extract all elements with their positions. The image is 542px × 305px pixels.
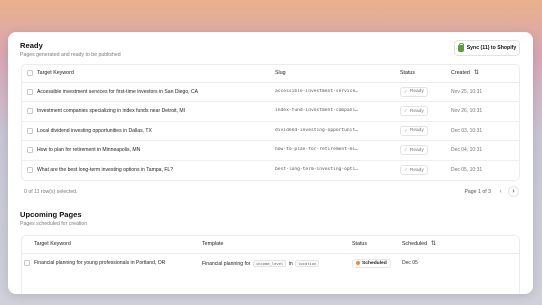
ready-table: Target Keyword Slug Status Created ⇅ Acce…: [21, 64, 520, 180]
status-label: Ready: [409, 89, 424, 95]
chevron-right-icon: ›: [512, 188, 515, 195]
page-indicator: Page 1 of 3: [464, 189, 491, 195]
row-scheduled: Dec 05: [402, 260, 418, 266]
sort-icon[interactable]: ⇅: [431, 241, 436, 247]
status-label: Ready: [409, 147, 424, 153]
row-keyword: Financial planning for young professiona…: [34, 260, 166, 266]
sync-button-label: Sync (11) to Shopify: [466, 45, 517, 51]
select-all-checkbox[interactable]: [27, 69, 33, 76]
row-created: Dec 04, 10:31: [451, 140, 520, 161]
ready-section-title: Ready: [20, 41, 43, 50]
row-checkbox[interactable]: [27, 108, 33, 115]
col-scheduled[interactable]: Scheduled ⇅: [402, 235, 520, 254]
sync-to-shopify-button[interactable]: Sync (11) to Shopify: [454, 40, 520, 56]
status-badge: ✓ Ready: [400, 145, 428, 156]
template-text: in: [288, 260, 293, 267]
status-badge: ✓ Ready: [400, 86, 428, 97]
status-dot-icon: [356, 261, 360, 265]
check-icon: ✓: [404, 147, 408, 153]
col-scheduled-label: Scheduled: [402, 241, 428, 248]
scheduled-badge: Scheduled: [352, 258, 391, 268]
status-label: Scheduled: [362, 260, 387, 266]
ready-table-header: Target Keyword Slug Status Created ⇅: [21, 64, 520, 83]
row-created: Dec 03, 10:31: [451, 121, 520, 141]
table-row[interactable]: Financial planning for young professiona…: [21, 253, 520, 273]
table-row[interactable]: How to plan for retirement in Minneapoli…: [21, 140, 520, 161]
row-keyword: Investment companies specializing in ind…: [37, 101, 275, 122]
col-status: Status: [400, 64, 451, 83]
prev-page-button[interactable]: ‹: [495, 186, 506, 197]
check-icon: ✓: [404, 127, 408, 133]
check-icon: ✓: [404, 108, 408, 114]
col-template: Template: [202, 235, 352, 254]
sort-icon[interactable]: ⇅: [474, 70, 479, 76]
col-status: Status: [352, 235, 402, 254]
row-checkbox[interactable]: [27, 88, 33, 95]
ready-section-subtitle: Pages generated and ready to be publishe…: [20, 52, 121, 58]
row-slug: index-fund-investment-companies-de: [275, 108, 359, 114]
row-checkbox[interactable]: [27, 147, 33, 154]
chevron-left-icon: ‹: [499, 188, 502, 195]
row-created: Dec 05, 10:31: [451, 167, 483, 173]
template-variable-chip: income_level: [252, 259, 287, 267]
row-checkbox[interactable]: [27, 127, 33, 134]
row-checkbox[interactable]: [24, 259, 30, 266]
template-variable-chip: location: [295, 259, 320, 267]
table-row[interactable]: Local dividend investing opportunities i…: [21, 121, 520, 141]
status-label: Ready: [409, 108, 424, 114]
col-slug: Slug: [275, 64, 400, 83]
row-checkbox[interactable]: [27, 166, 33, 173]
shopify-bag-icon: [457, 42, 465, 52]
status-badge: ✓ Ready: [400, 165, 428, 175]
table-row[interactable]: Accessible investment services for first…: [21, 82, 520, 102]
status-label: Ready: [409, 128, 424, 134]
row-created: Nov 26, 10:31: [451, 101, 520, 122]
upcoming-table: Target Keyword Template Status Scheduled…: [21, 235, 520, 273]
row-slug: best-long-term-investing-options-t: [275, 167, 359, 173]
col-created-label: Created: [451, 70, 470, 77]
template-text: Financial planning for: [202, 260, 251, 267]
row-keyword: Local dividend investing opportunities i…: [37, 121, 275, 141]
selection-count: 0 of 11 row(s) selected.: [24, 189, 78, 195]
status-badge: ✓ Ready: [400, 106, 428, 117]
row-keyword: Accessible investment services for first…: [37, 82, 275, 102]
col-created[interactable]: Created ⇅: [451, 64, 520, 83]
row-template: Financial planning for income_level in l…: [202, 253, 352, 273]
row-keyword: How to plan for retirement in Minneapoli…: [37, 140, 275, 161]
col-target-keyword: Target Keyword: [37, 64, 275, 83]
check-icon: ✓: [404, 88, 408, 94]
status-label: Ready: [409, 167, 424, 173]
content-card: Ready Pages generated and ready to be pu…: [8, 32, 533, 294]
row-slug: accessible-investment-services-for: [275, 88, 359, 94]
row-keyword: What are the best long-term investing op…: [37, 167, 174, 173]
col-target-keyword: Target Keyword: [34, 235, 202, 254]
table-row[interactable]: What are the best long-term investing op…: [21, 160, 520, 180]
row-slug: dividend-investing-opportunities-d: [275, 127, 359, 133]
row-created: Nov 25, 10:31: [451, 82, 520, 102]
upcoming-section-title: Upcoming Pages: [20, 210, 82, 219]
upcoming-section-subtitle: Pages scheduled for creation: [20, 221, 88, 227]
row-slug: how-to-plan-for-retirement-minneap: [275, 147, 359, 153]
status-badge: ✓ Ready: [400, 125, 428, 136]
table-row[interactable]: Investment companies specializing in ind…: [21, 101, 520, 122]
upcoming-table-header: Target Keyword Template Status Scheduled…: [21, 235, 520, 254]
next-page-button[interactable]: ›: [508, 186, 519, 197]
check-icon: ✓: [404, 167, 408, 172]
